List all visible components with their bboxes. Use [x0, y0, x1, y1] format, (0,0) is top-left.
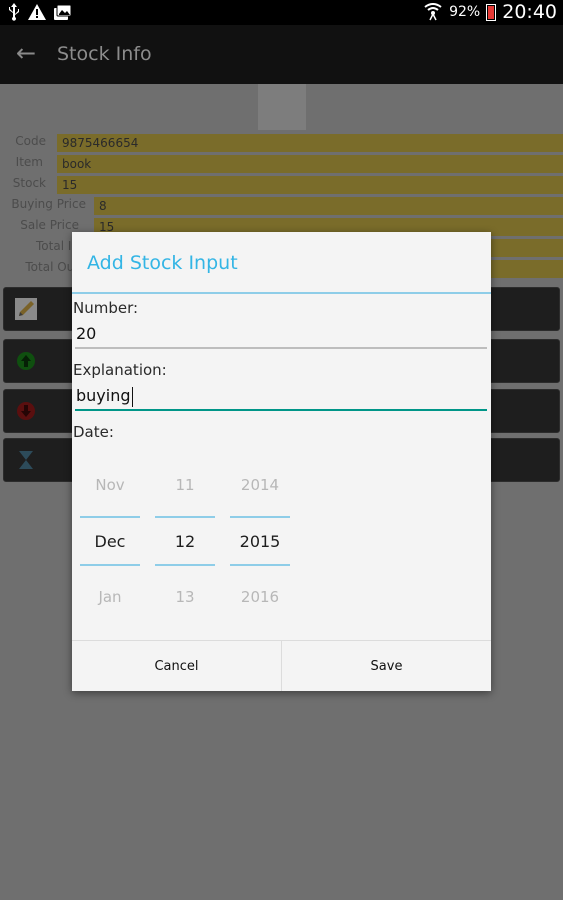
title-divider — [72, 292, 491, 294]
day-prev[interactable]: 11 — [155, 476, 215, 494]
add-stock-dialog: Add Stock Input Number: 20 Explanation: … — [72, 232, 491, 691]
wifi-icon — [424, 3, 442, 21]
back-arrow-icon[interactable]: ← — [16, 39, 36, 67]
day-picker[interactable]: 11 12 13 — [155, 457, 215, 657]
year-picker[interactable]: 2014 2015 2016 — [230, 457, 290, 657]
field-value[interactable]: book — [57, 155, 563, 173]
page-title: Stock Info — [57, 43, 152, 65]
year-selected[interactable]: 2015 — [230, 532, 290, 551]
field-label: Buying Price — [11, 197, 86, 211]
date-label: Date: — [73, 423, 114, 441]
field-item: Item book — [0, 155, 563, 173]
year-prev[interactable]: 2014 — [230, 476, 290, 494]
month-picker[interactable]: Nov Dec Jan — [80, 457, 140, 657]
picker-divider — [230, 564, 290, 566]
number-input[interactable]: 20 — [75, 319, 487, 349]
day-selected[interactable]: 12 — [155, 532, 215, 551]
picker-divider — [155, 564, 215, 566]
picker-divider — [230, 516, 290, 518]
field-label: Code — [15, 134, 46, 148]
explanation-label: Explanation: — [73, 361, 167, 379]
cancel-button[interactable]: Cancel — [72, 641, 281, 691]
usb-icon — [9, 3, 19, 21]
text-cursor — [131, 386, 133, 407]
field-buying-price: Buying Price 8 — [0, 197, 563, 215]
save-button[interactable]: Save — [281, 641, 491, 691]
pencil-icon — [14, 297, 38, 321]
day-next[interactable]: 13 — [155, 588, 215, 606]
picker-divider — [155, 516, 215, 518]
picker-divider — [80, 564, 140, 566]
field-label: Total Out — [25, 260, 79, 274]
number-label: Number: — [73, 299, 139, 317]
battery-icon — [486, 3, 497, 21]
explanation-value: buying — [76, 386, 131, 405]
picker-divider — [80, 516, 140, 518]
warning-icon — [28, 4, 46, 20]
status-bar: 92% 20:40 — [0, 0, 563, 25]
dialog-title: Add Stock Input — [87, 252, 238, 274]
field-label: Item — [15, 155, 43, 169]
field-value[interactable]: 9875466654 — [57, 134, 563, 152]
year-next[interactable]: 2016 — [230, 588, 290, 606]
notification-icons — [8, 3, 71, 21]
arrow-down-icon — [14, 399, 38, 423]
number-value: 20 — [76, 324, 97, 343]
action-bar: ← Stock Info — [0, 25, 563, 84]
clock: 20:40 — [502, 1, 557, 23]
photos-icon — [54, 4, 71, 20]
explanation-input[interactable]: buying — [75, 381, 487, 411]
field-stock: Stock 15 — [0, 176, 563, 194]
item-photo — [258, 84, 306, 130]
month-next[interactable]: Jan — [80, 588, 140, 606]
dialog-button-bar: Cancel Save — [72, 640, 491, 691]
field-code: Code 9875466654 — [0, 134, 563, 152]
field-label: Sale Price — [20, 218, 79, 232]
field-label: Stock — [12, 176, 46, 190]
month-selected[interactable]: Dec — [80, 532, 140, 551]
hourglass-icon — [14, 448, 38, 472]
field-value[interactable]: 8 — [94, 197, 563, 215]
system-icons: 92% 20:40 — [423, 1, 557, 23]
field-value[interactable]: 15 — [57, 176, 563, 194]
battery-percent: 92% — [449, 4, 481, 20]
arrow-up-icon — [14, 349, 38, 373]
month-prev[interactable]: Nov — [80, 476, 140, 494]
